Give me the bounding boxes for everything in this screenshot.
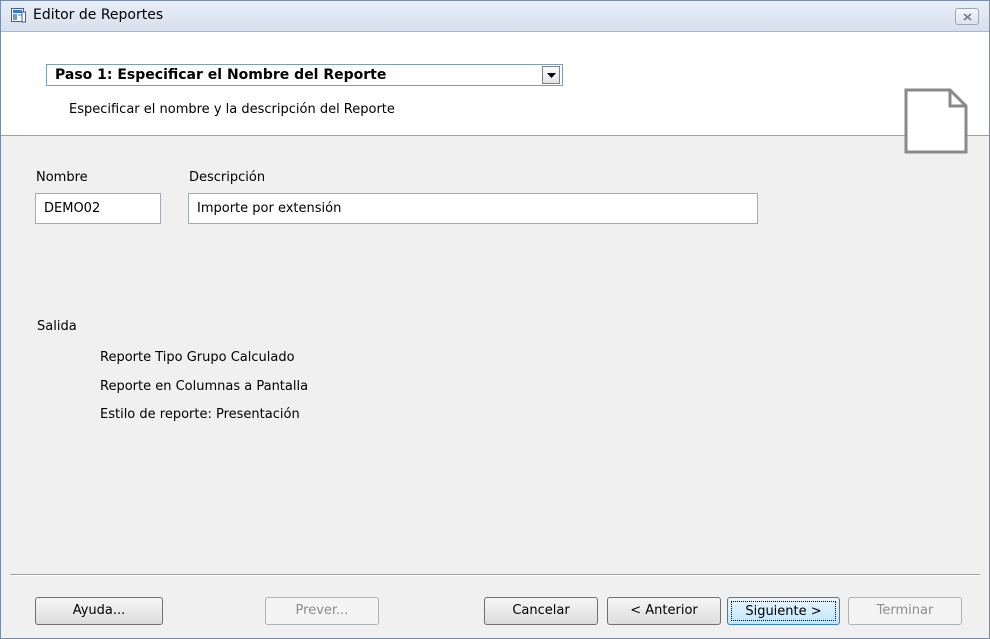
close-icon: [963, 13, 972, 21]
next-button-label: Siguiente >: [731, 601, 836, 621]
output-report-style: Estilo de reporte: Presentación: [100, 407, 300, 422]
output-label: Salida: [37, 319, 77, 334]
blank-document-icon: [904, 88, 968, 154]
chevron-down-icon: [547, 73, 556, 78]
close-button[interactable]: [955, 8, 979, 25]
cancel-button[interactable]: Cancelar: [484, 597, 598, 625]
name-field-value: DEMO02: [44, 201, 101, 216]
name-field[interactable]: DEMO02: [35, 193, 161, 224]
previous-button[interactable]: < Anterior: [607, 597, 721, 625]
wizard-header: Paso 1: Especificar el Nombre del Report…: [1, 32, 989, 154]
output-report-type: Reporte Tipo Grupo Calculado: [100, 350, 295, 365]
preview-button[interactable]: Prever...: [265, 597, 379, 625]
step-description: Especificar el nombre y la descripción d…: [69, 102, 395, 117]
name-label: Nombre: [36, 170, 88, 185]
title-bar: Editor de Reportes: [1, 1, 989, 32]
button-separator: [10, 574, 980, 576]
step-dropdown-button[interactable]: [542, 66, 560, 84]
description-field[interactable]: Importe por extensión: [188, 193, 758, 224]
step-dropdown-value: Paso 1: Especificar el Nombre del Report…: [55, 67, 387, 83]
description-label: Descripción: [189, 170, 266, 185]
output-report-destination: Reporte en Columnas a Pantalla: [100, 379, 309, 394]
step-dropdown[interactable]: Paso 1: Especificar el Nombre del Report…: [46, 64, 563, 86]
report-editor-icon: [11, 8, 26, 23]
next-button[interactable]: Siguiente >: [727, 597, 840, 625]
help-button[interactable]: Ayuda...: [35, 597, 163, 625]
report-editor-window: Editor de Reportes Paso 1: Especificar e…: [0, 0, 990, 639]
description-field-value: Importe por extensión: [197, 201, 342, 216]
finish-button[interactable]: Terminar: [848, 597, 962, 625]
window-title: Editor de Reportes: [33, 7, 164, 23]
